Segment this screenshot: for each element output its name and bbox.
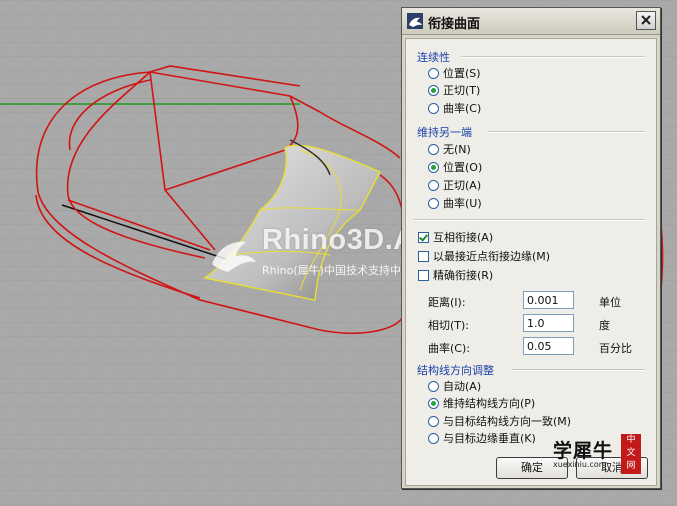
- distance-unit: 单位: [599, 296, 621, 309]
- radio-icon: [428, 144, 439, 155]
- isocurve-option-auto[interactable]: 自动(A): [428, 379, 481, 395]
- close-icon: [641, 15, 651, 25]
- maintain-other-end-group-title: 维持另一端: [417, 126, 472, 139]
- radio-icon: [428, 381, 439, 392]
- tangency-unit: 度: [599, 319, 610, 332]
- maintain-option-position[interactable]: 位置(O): [428, 160, 482, 176]
- rhino-logo-icon: [212, 241, 256, 272]
- tangency-field[interactable]: 1.0: [523, 314, 574, 332]
- checkbox-icon: [418, 270, 429, 281]
- radio-selected-icon: [428, 85, 439, 96]
- tangency-label: 相切(T):: [428, 319, 470, 332]
- blend-surface-dialog: 衔接曲面 连续性 位置(S) 正切(T) 曲率(C) 维持另一端 无(N) 位置…: [401, 7, 661, 489]
- curvature-field[interactable]: 0.05: [523, 337, 574, 355]
- watermark-subtitle: Rhino(犀牛)中国技术支持中心: [262, 264, 412, 277]
- radio-selected-icon: [428, 398, 439, 409]
- blend-both-checkbox[interactable]: 互相衔接(A): [418, 230, 493, 246]
- divider: [488, 131, 645, 133]
- continuity-group-title: 连续性: [417, 51, 450, 64]
- site-watermark-badge: 学犀牛 xuexiniu.com 中 文 网: [541, 434, 645, 474]
- maintain-option-tangency[interactable]: 正切(A): [428, 178, 481, 194]
- divider: [414, 219, 645, 221]
- dialog-titlebar[interactable]: 衔接曲面: [402, 8, 660, 35]
- rhino-app-icon: [407, 13, 423, 29]
- site-url: xuexiniu.com: [553, 460, 607, 469]
- closest-point-checkbox[interactable]: 以最接近点衔接边缘(M): [418, 249, 550, 265]
- divider: [512, 369, 645, 371]
- radio-icon: [428, 433, 439, 444]
- dialog-content: 连续性 位置(S) 正切(T) 曲率(C) 维持另一端 无(N) 位置(O) 正…: [405, 38, 657, 486]
- continuity-option-position[interactable]: 位置(S): [428, 66, 481, 82]
- curvature-unit: 百分比: [599, 342, 632, 355]
- distance-field[interactable]: 0.001: [523, 291, 574, 309]
- maintain-option-none[interactable]: 无(N): [428, 142, 471, 158]
- close-button[interactable]: [636, 11, 656, 30]
- radio-icon: [428, 416, 439, 427]
- radio-icon: [428, 103, 439, 114]
- radio-icon: [428, 198, 439, 209]
- curvature-label: 曲率(C):: [428, 342, 470, 355]
- maintain-option-curvature[interactable]: 曲率(U): [428, 196, 482, 212]
- isocurve-option-perpendicular[interactable]: 与目标边缘垂直(K): [428, 431, 536, 447]
- distance-label: 距离(I):: [428, 296, 466, 309]
- continuity-option-curvature[interactable]: 曲率(C): [428, 101, 481, 117]
- site-seal: 中 文 网: [621, 434, 641, 474]
- isocurve-option-match-target[interactable]: 与目标结构线方向一致(M): [428, 414, 571, 430]
- continuity-option-tangency[interactable]: 正切(T): [428, 83, 480, 99]
- isocurve-option-preserve[interactable]: 维持结构线方向(P): [428, 396, 535, 412]
- radio-icon: [428, 68, 439, 79]
- refine-checkbox[interactable]: 精确衔接(R): [418, 268, 493, 284]
- dialog-title: 衔接曲面: [428, 17, 481, 32]
- radio-selected-icon: [428, 162, 439, 173]
- radio-icon: [428, 180, 439, 191]
- isocurve-group-title: 结构线方向调整: [417, 364, 494, 377]
- checkbox-checked-icon: [418, 232, 429, 243]
- checkbox-icon: [418, 251, 429, 262]
- site-name: 学犀牛: [553, 440, 614, 462]
- divider: [461, 56, 645, 58]
